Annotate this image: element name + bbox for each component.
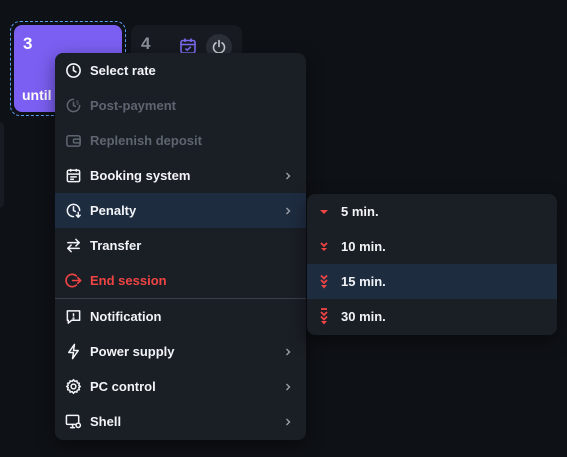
menu-item-notification[interactable]: Notification [55,299,306,334]
menu-item-end-session[interactable]: End session [55,263,306,298]
menu-item-shell[interactable]: Shell [55,404,306,439]
penalty-option-30-min[interactable]: 30 min. [307,299,557,334]
message-alert-icon [64,308,82,326]
menu-item-label: Penalty [90,203,137,218]
background-panel-edge [0,122,4,208]
calendar-icon [64,167,82,185]
menu-item-label: Power supply [90,344,175,359]
menu-item-label: PC control [90,379,156,394]
penalty-option-label: 15 min. [341,274,386,289]
penalty-option-5-min[interactable]: 5 min. [307,194,557,229]
pc-tile-number: 4 [141,34,151,53]
clock-down-icon [64,202,82,220]
penalty-level-2-icon [317,238,331,256]
menu-item-label: Notification [90,309,162,324]
chevron-right-icon [283,171,293,181]
menu-item-label: Replenish deposit [90,133,202,148]
chevron-right-icon [283,382,293,392]
context-menu: Select rate $ Post-payment Replenish dep… [55,53,306,440]
wallet-icon [64,132,82,150]
penalty-option-label: 10 min. [341,239,386,254]
lightning-icon [64,343,82,361]
monitor-settings-icon [64,413,82,431]
chevron-right-icon [283,417,293,427]
menu-item-label: Transfer [90,238,142,253]
menu-item-select-rate[interactable]: Select rate [55,53,306,88]
penalty-option-label: 30 min. [341,309,386,324]
menu-item-transfer[interactable]: Transfer [55,228,306,263]
menu-item-post-payment[interactable]: $ Post-payment [55,88,306,123]
logout-icon [64,272,82,290]
menu-item-label: Shell [90,414,122,429]
menu-item-label: End session [90,273,167,288]
penalty-level-4-icon [317,307,331,326]
arrows-transfer-icon [64,237,82,255]
menu-item-pc-control[interactable]: PC control [55,369,306,404]
menu-item-label: Booking system [90,168,191,183]
menu-item-power-supply[interactable]: Power supply [55,334,306,369]
clock-icon [64,62,82,80]
penalty-submenu: 5 min. 10 min. 15 min. 30 min. [307,194,557,335]
menu-item-penalty[interactable]: Penalty [55,193,306,228]
penalty-level-3-icon [317,273,331,291]
clock-dollar-icon: $ [64,97,82,115]
menu-item-label: Post-payment [90,98,176,113]
pc-tile-number: 3 [23,34,33,53]
pc-tile-subtitle: until [22,87,52,103]
menu-item-label: Select rate [90,63,156,78]
penalty-option-15-min[interactable]: 15 min. [307,264,557,299]
chevron-right-icon [283,347,293,357]
menu-item-booking-system[interactable]: Booking system [55,158,306,193]
penalty-option-label: 5 min. [341,204,379,219]
chevron-right-icon [283,206,293,216]
penalty-level-1-icon [317,203,331,221]
gear-icon [64,378,82,396]
menu-item-replenish-deposit[interactable]: Replenish deposit [55,123,306,158]
stage: 3 until 4 Select rate $ Post-payment Rep… [0,0,567,457]
penalty-option-10-min[interactable]: 10 min. [307,229,557,264]
